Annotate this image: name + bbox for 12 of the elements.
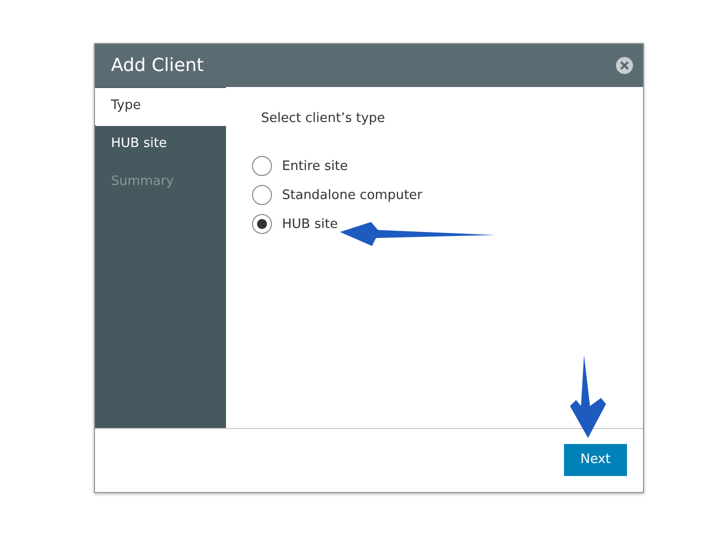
next-button[interactable]: Next (564, 444, 627, 476)
radio-label[interactable]: Standalone computer (282, 188, 422, 202)
radio-button[interactable] (252, 185, 272, 205)
radio-button[interactable] (252, 214, 272, 234)
close-icon[interactable] (616, 57, 633, 74)
step-tab[interactable]: Type (95, 88, 226, 126)
radio-label[interactable]: HUB site (282, 216, 338, 232)
radio-button[interactable] (252, 156, 272, 176)
step-tab[interactable]: HUB site (95, 126, 226, 164)
prompt-text: Select client’s type (261, 111, 386, 126)
radio-label[interactable]: Entire site (282, 158, 348, 174)
dialog-title: Add Client (111, 55, 204, 76)
